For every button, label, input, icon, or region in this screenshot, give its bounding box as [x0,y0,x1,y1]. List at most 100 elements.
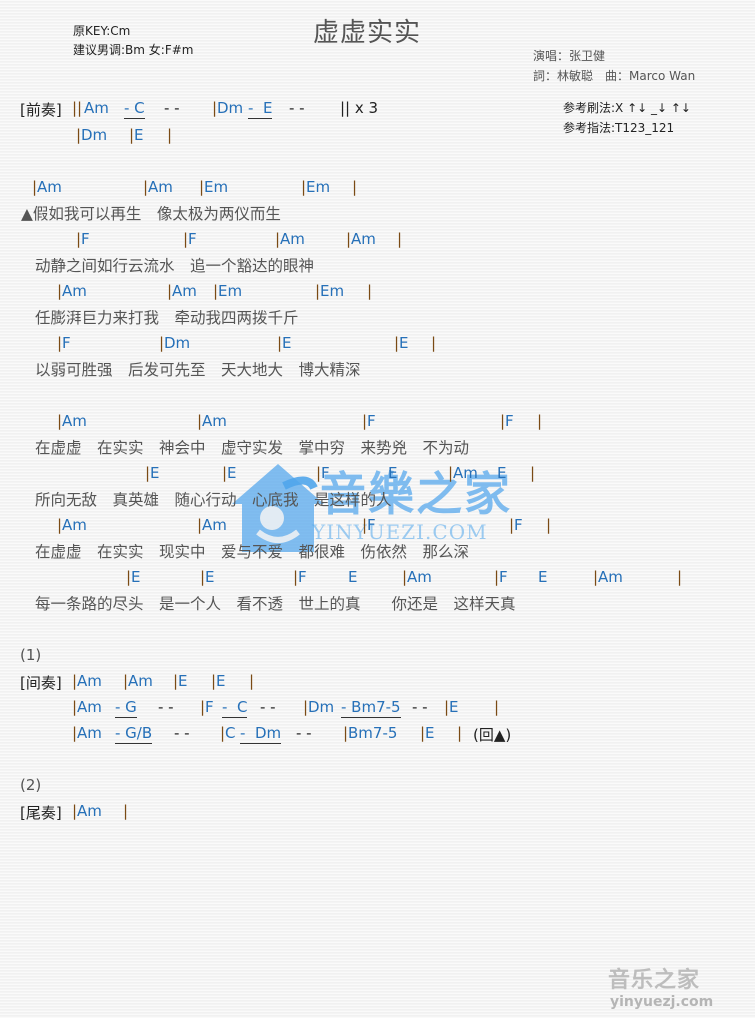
chord: E [449,698,459,716]
chord: E [388,464,398,482]
writer-credit: 詞：林敏聪 曲：Marco Wan [533,69,696,83]
chord: E [205,568,215,586]
barline: | [352,178,358,196]
chord: Em [218,282,243,300]
lyric-line: 动静之间如行云流水 追一个豁达的眼神 [35,257,315,275]
chord: Am [598,568,623,586]
chord: Am [148,178,173,196]
chord: Am [351,230,376,248]
intro-label: [前奏] [20,101,62,119]
chord: F [367,412,376,430]
chord: F [62,334,71,352]
chord: F [514,516,523,534]
lyric-line: 在虚虚 在实实 神会中 虚守实发 掌中穷 来势兇 不为动 [35,439,470,457]
return-marker: (回▲) [473,726,512,744]
chord: C [225,724,236,742]
barline: | [123,802,129,820]
chord: E [150,464,160,482]
chord: E [425,724,435,742]
corner-logo-url: yinyuezj.com [610,994,714,1010]
chord: Am [407,568,432,586]
chord: E [178,672,188,690]
chord: Am [37,178,62,196]
original-key: 原KEY:Cm [73,24,131,38]
chord: Em [320,282,345,300]
chord: Am [77,802,102,820]
chord: - E [248,99,273,119]
rest-dashes: - - [412,698,428,716]
lyric-line: 任膨湃巨力来打我 牵动我四两拨千斤 [35,309,299,327]
chord: F [81,230,90,248]
chord: E [227,464,237,482]
chord: Dm [308,698,335,716]
chord: Em [204,178,229,196]
chord: - Bm7-5 [341,698,401,718]
strum-pattern: 参考刷法:X ↑↓ _↓ ↑↓ [563,101,691,115]
section-marker: (2) [20,776,42,794]
chord: Am [202,516,227,534]
chord: Dm [217,99,244,117]
chord: Am [84,99,109,117]
lyric-line: ▲假如我可以再生 像太极为两仪而生 [21,205,281,223]
rest-dashes: - - [260,698,276,716]
chord: Am [77,724,102,742]
chord: E [131,568,141,586]
barline: | [546,516,552,534]
chord: - C [124,99,145,119]
chord: F [205,698,214,716]
barline: | [457,724,463,742]
barline: | [397,230,403,248]
lyric-line: 以弱可胜强 后发可先至 天大地大 博大精深 [35,361,361,379]
chord: F [505,412,514,430]
chord: Am [77,698,102,716]
lyric-line: 所向无敌 真英雄 随心行动 心底我 是这样的人 [35,491,392,509]
interlude-label: [间奏] [20,674,62,692]
chord: F [298,568,307,586]
barline: | [494,698,500,716]
rest-dashes: - - [174,724,190,742]
chord: Am [202,412,227,430]
chord: Am [172,282,197,300]
barline: | [367,282,373,300]
chord: E [348,568,358,586]
barline: | [431,334,437,352]
chord: Am [62,282,87,300]
section-marker: (1) [20,646,42,664]
barline: | [249,672,255,690]
barline: | [167,126,173,144]
barline: || [72,99,83,117]
lyric-line: 每一条路的尽头 是一个人 看不透 世上的真 你还是 这样天真 [35,595,516,613]
finger-pattern: 参考指法:T123_121 [563,121,675,135]
chord: E [216,672,226,690]
chord: Am [453,464,478,482]
rest-dashes: - - [164,99,180,117]
chord: E [282,334,292,352]
chord: - Dm [240,724,282,744]
rest-dashes: - - [158,698,174,716]
corner-logo-name: 音乐之家 [608,968,701,993]
chord: Em [306,178,331,196]
chord: F [321,464,330,482]
chord: E [497,464,507,482]
barline: | [530,464,536,482]
chord: F [367,516,376,534]
singer-credit: 演唱：张卫健 [533,49,606,63]
chord: Am [77,672,102,690]
chord: Am [62,412,87,430]
chord: E [399,334,409,352]
lyric-line: 在虚虚 在实实 现实中 爱与不爱 都很难 伤依然 那么深 [35,543,470,561]
song-title: 虚虚实实 [313,18,422,48]
chord: E [538,568,548,586]
barline: | [537,412,543,430]
barline: | [677,568,683,586]
chord: Am [62,516,87,534]
rest-dashes: - - [296,724,312,742]
chord: Dm [164,334,191,352]
suggested-key: 建议男调:Bm 女:F#m [73,43,194,57]
outro-label: [尾奏] [20,804,62,822]
chord: Dm [81,126,108,144]
chord: Am [280,230,305,248]
chord: - G/B [115,724,153,744]
chord: Bm7-5 [348,724,398,742]
chord: F [499,568,508,586]
